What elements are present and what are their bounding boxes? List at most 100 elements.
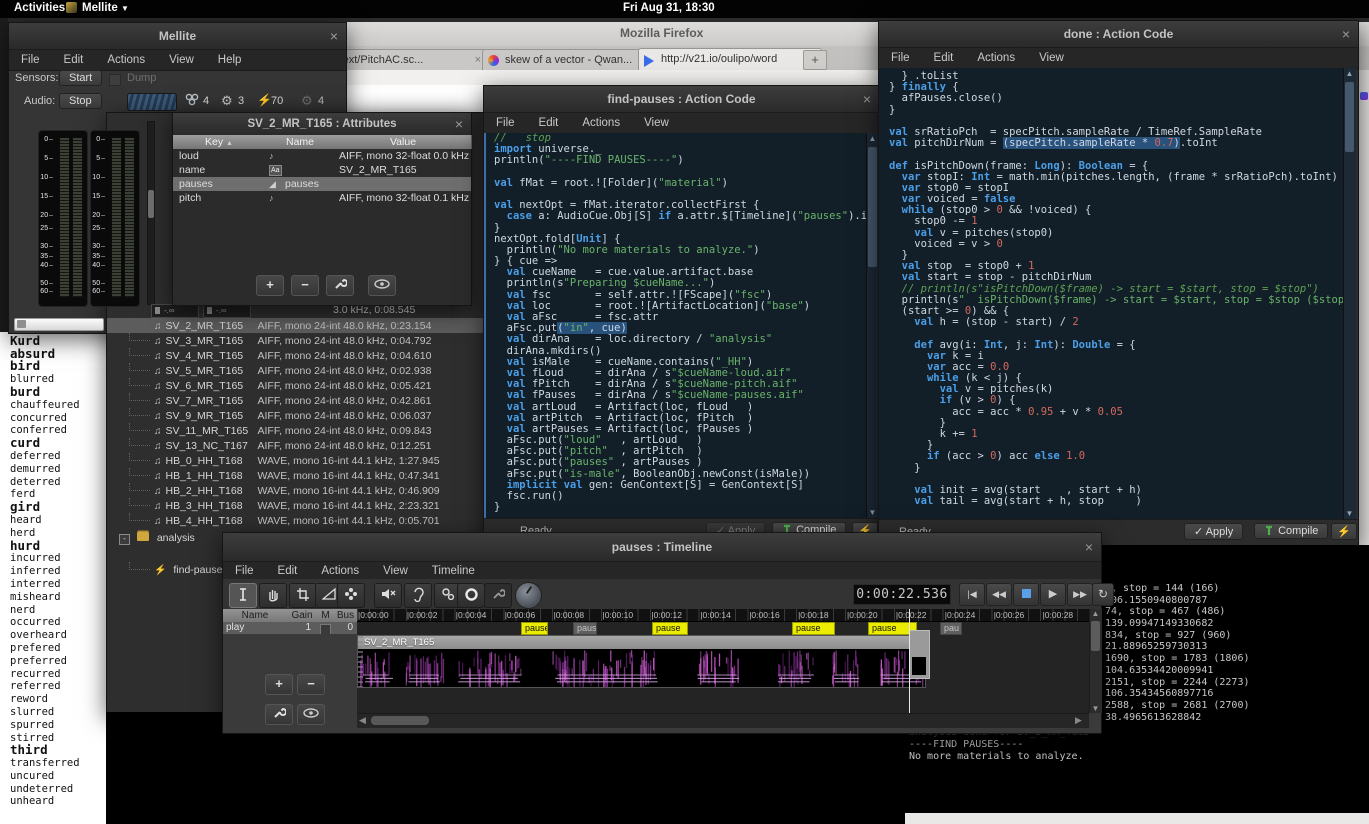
tree-row[interactable]: ♫HB_4_HH_T168WAVE, mono 16-int 44.1 kHz,… bbox=[107, 513, 491, 528]
flash-button[interactable]: ⚡ bbox=[1331, 523, 1357, 540]
tab-oulipo-word[interactable]: http://v21.io/oulipo/word × bbox=[638, 48, 822, 71]
cursor-tool-button[interactable] bbox=[229, 583, 257, 608]
menu-file[interactable]: File bbox=[879, 52, 922, 64]
gain-mini-slider[interactable]: -.∞ bbox=[151, 304, 199, 318]
column-key[interactable]: Key ▲ bbox=[173, 135, 266, 149]
wrench-button[interactable] bbox=[484, 583, 512, 608]
menu-view[interactable]: View bbox=[157, 54, 206, 66]
track-gain[interactable]: 1 bbox=[287, 622, 311, 634]
tree-row[interactable]: ♫SV_5_MR_T165AIFF, mono 24-int 48.0 kHz,… bbox=[107, 363, 491, 378]
region-left-handle[interactable] bbox=[358, 636, 363, 687]
audio-stop-button[interactable]: Stop bbox=[59, 93, 102, 109]
gain-knob[interactable] bbox=[515, 582, 542, 609]
audio-level-widget[interactable] bbox=[127, 93, 177, 111]
hscroll-handle[interactable] bbox=[371, 716, 429, 725]
pause-region[interactable]: pause bbox=[521, 622, 548, 635]
code-editor[interactable]: // stopimport universe._println("----FIN… bbox=[484, 133, 876, 518]
menu-edit[interactable]: Edit bbox=[527, 117, 571, 129]
scroll-right-icon[interactable]: ▶ bbox=[1075, 715, 1082, 726]
patch-tool-button[interactable] bbox=[337, 583, 365, 608]
playhead[interactable] bbox=[909, 609, 910, 713]
tree-row[interactable]: ♫HB_1_HH_T168WAVE, mono 16-int 44.1 kHz,… bbox=[107, 468, 491, 483]
timeline-vscrollbar[interactable]: ▲ ▼ bbox=[1089, 609, 1102, 713]
wrench-button[interactable] bbox=[265, 704, 293, 725]
record-circle-button[interactable] bbox=[457, 583, 485, 608]
menu-actions[interactable]: Actions bbox=[965, 52, 1027, 64]
mute-tool-button[interactable] bbox=[374, 583, 402, 608]
loop-button[interactable]: ↻ bbox=[1092, 583, 1114, 606]
attributes-titlebar[interactable]: SV_2_MR_T165 : Attributes × bbox=[173, 113, 471, 136]
close-icon[interactable]: × bbox=[330, 23, 338, 49]
pause-region[interactable]: pause bbox=[652, 622, 688, 635]
app-menu[interactable]: Mellite ▼ bbox=[66, 2, 129, 14]
scrollbar-handle[interactable] bbox=[148, 190, 154, 218]
menu-edit[interactable]: Edit bbox=[52, 54, 96, 66]
edit-wrench-button[interactable] bbox=[326, 275, 354, 296]
code-editor[interactable]: } .toList} finally { afPauses.close()} v… bbox=[879, 68, 1353, 522]
add-track-button[interactable]: + bbox=[265, 674, 293, 695]
pause-region[interactable]: pause bbox=[792, 622, 835, 635]
attribute-row[interactable]: pauses◢pauses bbox=[173, 177, 471, 191]
sensors-start-button[interactable]: Start bbox=[59, 70, 102, 86]
menu-help[interactable]: Help bbox=[206, 54, 254, 66]
audition-ear-button[interactable] bbox=[404, 583, 432, 608]
hand-tool-button[interactable] bbox=[259, 583, 287, 608]
track-row-play[interactable]: play 1 0 bbox=[223, 622, 357, 634]
menu-file[interactable]: File bbox=[9, 54, 52, 66]
pause-region[interactable]: paus bbox=[573, 622, 597, 635]
clock[interactable]: Fri Aug 31, 18:30 bbox=[623, 2, 715, 14]
fast-forward-button[interactable]: ▶▶ bbox=[1067, 583, 1093, 606]
tree-row[interactable]: ♫SV_2_MR_T165AIFF, mono 24-int 48.0 kHz,… bbox=[107, 318, 491, 333]
add-attr-button[interactable]: + bbox=[256, 275, 284, 296]
timeline-hscrollbar[interactable]: ◀ ▶ bbox=[357, 713, 1089, 728]
trim-tool-button[interactable] bbox=[289, 583, 317, 608]
menu-edit[interactable]: Edit bbox=[266, 565, 310, 577]
mellite-titlebar[interactable]: Mellite × bbox=[9, 23, 346, 50]
view-eye-button[interactable] bbox=[368, 275, 396, 296]
view-eye-button[interactable] bbox=[297, 704, 325, 725]
menu-view[interactable]: View bbox=[371, 565, 420, 577]
menu-timeline[interactable]: Timeline bbox=[420, 565, 487, 577]
tab-close-icon[interactable]: × bbox=[475, 50, 481, 71]
scroll-left-icon[interactable]: ◀ bbox=[359, 715, 366, 726]
column-name[interactable]: Name bbox=[223, 609, 288, 622]
tree-row[interactable]: ♫HB_0_HH_T168WAVE, mono 16-int 44.1 kHz,… bbox=[107, 453, 491, 468]
dump-checkbox[interactable] bbox=[109, 74, 121, 86]
menu-actions[interactable]: Actions bbox=[95, 54, 157, 66]
skip-to-start-button[interactable]: |◀ bbox=[959, 583, 985, 606]
menu-file[interactable]: File bbox=[484, 117, 527, 129]
column-mute[interactable]: M bbox=[317, 609, 335, 622]
play-button[interactable]: ▶ bbox=[1040, 583, 1066, 606]
find-pauses-titlebar[interactable]: find-pauses : Action Code × bbox=[484, 86, 879, 113]
column-bus[interactable]: Bus bbox=[334, 609, 358, 622]
remove-attr-button[interactable]: − bbox=[291, 275, 319, 296]
attribute-row[interactable]: nameAaSV_2_MR_T165 bbox=[173, 163, 471, 177]
column-gain[interactable]: Gain bbox=[287, 609, 318, 622]
new-tab-button[interactable]: + bbox=[803, 50, 827, 70]
tree-row[interactable]: ♫SV_3_MR_T165AIFF, mono 24-int 48.0 kHz,… bbox=[107, 333, 491, 348]
tree-row[interactable]: ♫SV_11_MR_T165AIFF, mono 24-int 48.0 kHz… bbox=[107, 423, 491, 438]
fader-handle[interactable] bbox=[17, 320, 26, 328]
tree-row[interactable]: ♫HB_3_HH_T168WAVE, mono 16-int 44.1 kHz,… bbox=[107, 498, 491, 513]
menu-file[interactable]: File bbox=[223, 565, 266, 577]
tree-row[interactable]: ♫SV_13_NC_T167AIFF, mono 24-int 48.0 kHz… bbox=[107, 438, 491, 453]
pause-region[interactable]: pau bbox=[940, 622, 962, 635]
apply-button[interactable]: ✓ Apply bbox=[1184, 523, 1243, 540]
track-bus[interactable]: 0 bbox=[334, 622, 353, 634]
rewind-button[interactable]: ◀◀ bbox=[986, 583, 1012, 606]
attribute-row[interactable]: loud♪AIFF, mono 32-float 0.0 kHz, 0:... bbox=[173, 149, 471, 163]
expander-icon[interactable]: - bbox=[119, 534, 130, 545]
close-icon[interactable]: × bbox=[1085, 533, 1093, 561]
menu-view[interactable]: View bbox=[632, 117, 681, 129]
done-titlebar[interactable]: done : Action Code × bbox=[879, 21, 1358, 48]
menu-actions[interactable]: Actions bbox=[309, 565, 371, 577]
main-fader[interactable] bbox=[14, 318, 104, 331]
tree-row[interactable]: ♫SV_9_MR_T165AIFF, mono 24-int 48.0 kHz,… bbox=[107, 408, 491, 423]
stop-button[interactable] bbox=[1013, 583, 1039, 606]
tree-row[interactable]: ♫SV_6_MR_T165AIFF, mono 24-int 48.0 kHz,… bbox=[107, 378, 491, 393]
tree-row[interactable]: ♫HB_2_HH_T168WAVE, mono 16-int 44.1 kHz,… bbox=[107, 483, 491, 498]
tree-row[interactable]: ♫SV_4_MR_T165AIFF, mono 24-int 48.0 kHz,… bbox=[107, 348, 491, 363]
column-name[interactable]: Name bbox=[265, 135, 336, 149]
menu-edit[interactable]: Edit bbox=[922, 52, 966, 64]
selection-fragment[interactable] bbox=[909, 630, 930, 679]
